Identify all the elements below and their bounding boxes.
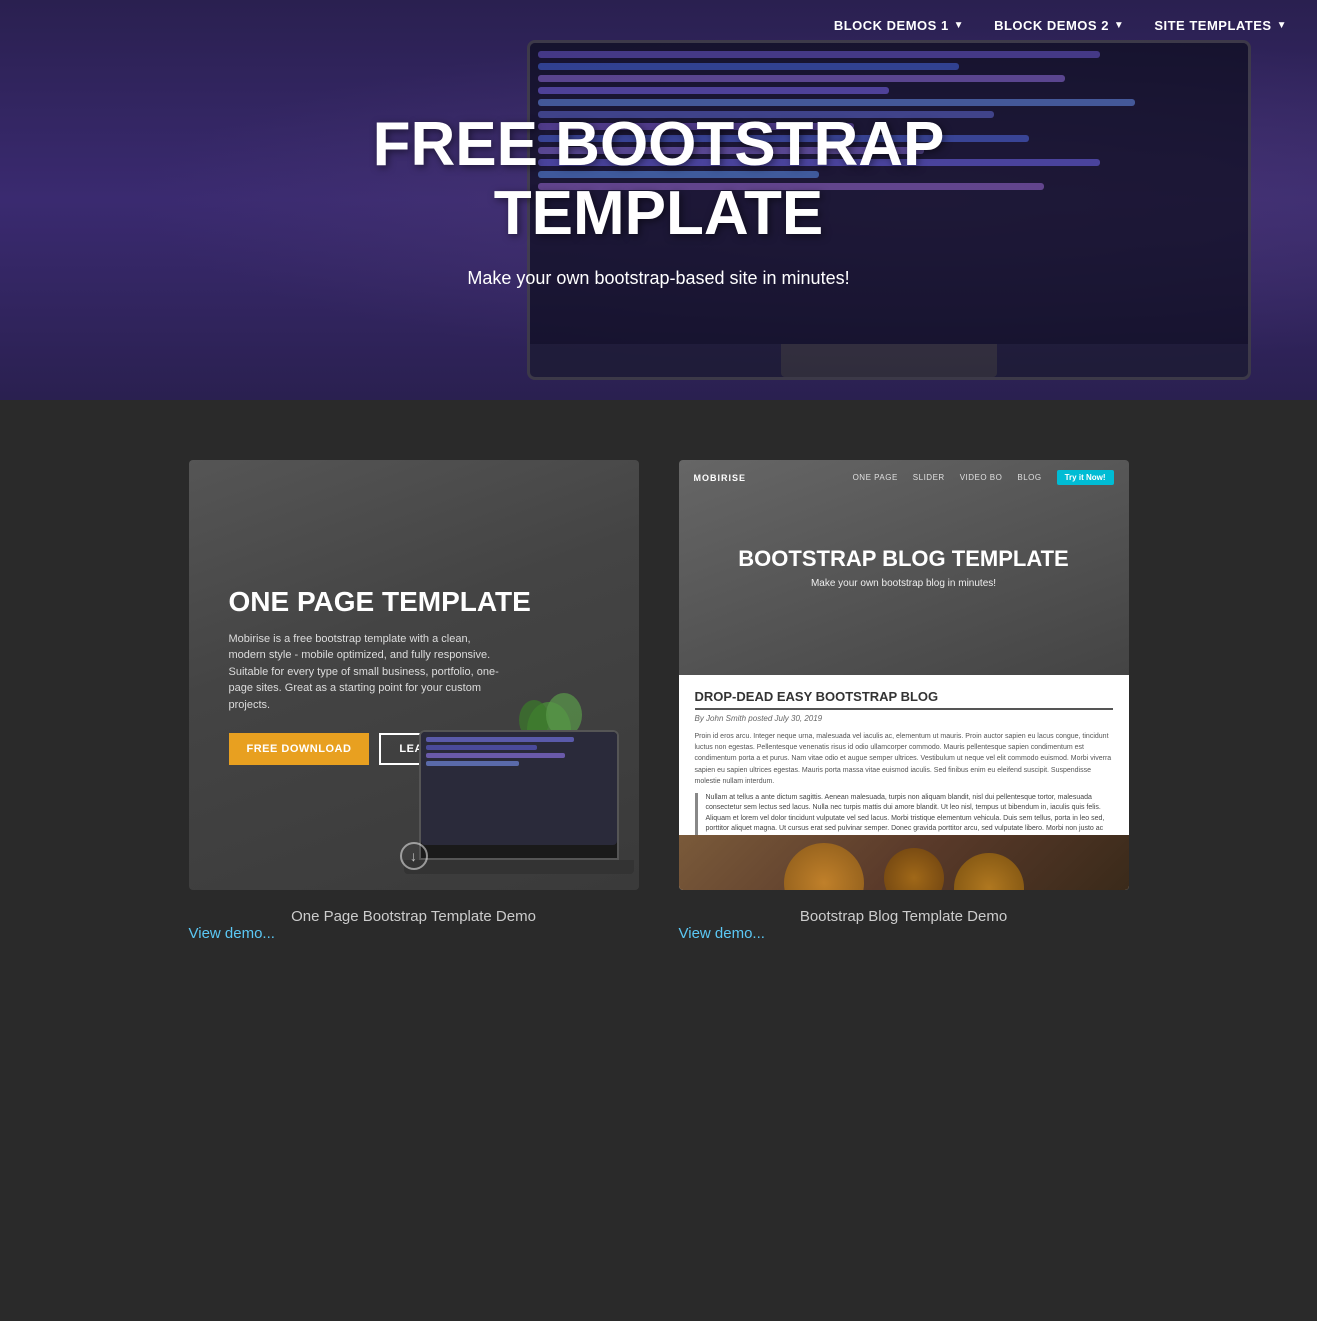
card-blog-nav: MOBIRISE ONE PAGE SLIDER VIDEO BO BLOG T… bbox=[679, 470, 1129, 485]
cards-section: ONE PAGE TEMPLATE Mobirise is a free boo… bbox=[0, 400, 1317, 1023]
food-circle-1 bbox=[784, 843, 864, 891]
card-one-page-link[interactable]: View demo... bbox=[189, 925, 275, 942]
code-line bbox=[538, 75, 1065, 82]
try-it-now-button[interactable]: Try it Now! bbox=[1057, 470, 1114, 485]
scroll-down-icon: ↓ bbox=[400, 842, 428, 870]
code-line bbox=[538, 51, 1100, 58]
hero-subtitle: Make your own bootstrap-based site in mi… bbox=[309, 268, 1009, 289]
blog-post-title: DROP-DEAD EASY BOOTSTRAP BLOG bbox=[695, 689, 1113, 710]
card-blog[interactable]: MOBIRISE ONE PAGE SLIDER VIDEO BO BLOG T… bbox=[679, 460, 1129, 943]
nav-site-templates[interactable]: SITE TEMPLATES ▼ bbox=[1154, 18, 1287, 33]
card-blog-subtitle: Make your own bootstrap blog in minutes! bbox=[811, 578, 996, 589]
card-blog-title: BOOTSTRAP BLOG TEMPLATE bbox=[738, 546, 1068, 572]
card-blog-nav-onepage: ONE PAGE bbox=[853, 473, 898, 482]
card-one-page[interactable]: ONE PAGE TEMPLATE Mobirise is a free boo… bbox=[189, 460, 639, 943]
card-blog-nav-blog: BLOG bbox=[1017, 473, 1041, 482]
card-blog-brand: MOBIRISE bbox=[694, 473, 747, 483]
chevron-down-icon: ▼ bbox=[954, 20, 964, 31]
blog-byline: By John Smith posted July 30, 2019 bbox=[695, 714, 1113, 723]
card-one-page-bg: ONE PAGE TEMPLATE Mobirise is a free boo… bbox=[189, 460, 639, 890]
card-one-page-label: One Page Bootstrap Template Demo bbox=[189, 908, 639, 925]
nav-block-demos-1[interactable]: BLOCK DEMOS 1 ▼ bbox=[834, 18, 964, 33]
food-preview bbox=[679, 835, 1129, 890]
card-one-page-description: Mobirise is a free bootstrap template wi… bbox=[229, 631, 509, 714]
navigation: BLOCK DEMOS 1 ▼ BLOCK DEMOS 2 ▼ SITE TEM… bbox=[804, 0, 1317, 51]
card-one-page-image: ONE PAGE TEMPLATE Mobirise is a free boo… bbox=[189, 460, 639, 890]
monitor-stand bbox=[781, 344, 997, 377]
card-blog-nav-videobо: VIDEO BO bbox=[960, 473, 1003, 482]
card-blog-link[interactable]: View demo... bbox=[679, 925, 765, 942]
chevron-down-icon: ▼ bbox=[1277, 20, 1287, 31]
hero-title: FREE BOOTSTRAP TEMPLATE bbox=[309, 111, 1009, 247]
card-blog-nav-slider: SLIDER bbox=[913, 473, 945, 482]
blog-body-text-1: Proin id eros arcu. Integer neque urna, … bbox=[695, 731, 1113, 787]
laptop-screen bbox=[419, 730, 619, 860]
food-circle-3 bbox=[954, 853, 1024, 891]
food-circle-2 bbox=[884, 848, 944, 891]
card-blog-top: MOBIRISE ONE PAGE SLIDER VIDEO BO BLOG T… bbox=[679, 460, 1129, 675]
nav-site-templates-label: SITE TEMPLATES bbox=[1154, 18, 1271, 33]
chevron-down-icon: ▼ bbox=[1114, 20, 1124, 31]
nav-block-demos-2[interactable]: BLOCK DEMOS 2 ▼ bbox=[994, 18, 1124, 33]
free-download-button[interactable]: FREE DOWNLOAD bbox=[229, 733, 370, 765]
code-line bbox=[538, 63, 959, 70]
hero-section: FREE BOOTSTRAP TEMPLATE Make your own bo… bbox=[0, 0, 1317, 400]
nav-block-demos-1-label: BLOCK DEMOS 1 bbox=[834, 18, 949, 33]
laptop-keyboard bbox=[404, 860, 634, 874]
card-blog-label: Bootstrap Blog Template Demo bbox=[679, 908, 1129, 925]
nav-block-demos-2-label: BLOCK DEMOS 2 bbox=[994, 18, 1109, 33]
laptop-display bbox=[421, 732, 617, 845]
card-blog-content: DROP-DEAD EASY BOOTSTRAP BLOG By John Sm… bbox=[679, 675, 1129, 890]
card-blog-image: MOBIRISE ONE PAGE SLIDER VIDEO BO BLOG T… bbox=[679, 460, 1129, 890]
card-one-page-title: ONE PAGE TEMPLATE bbox=[229, 585, 599, 619]
hero-text: FREE BOOTSTRAP TEMPLATE Make your own bo… bbox=[289, 91, 1029, 308]
